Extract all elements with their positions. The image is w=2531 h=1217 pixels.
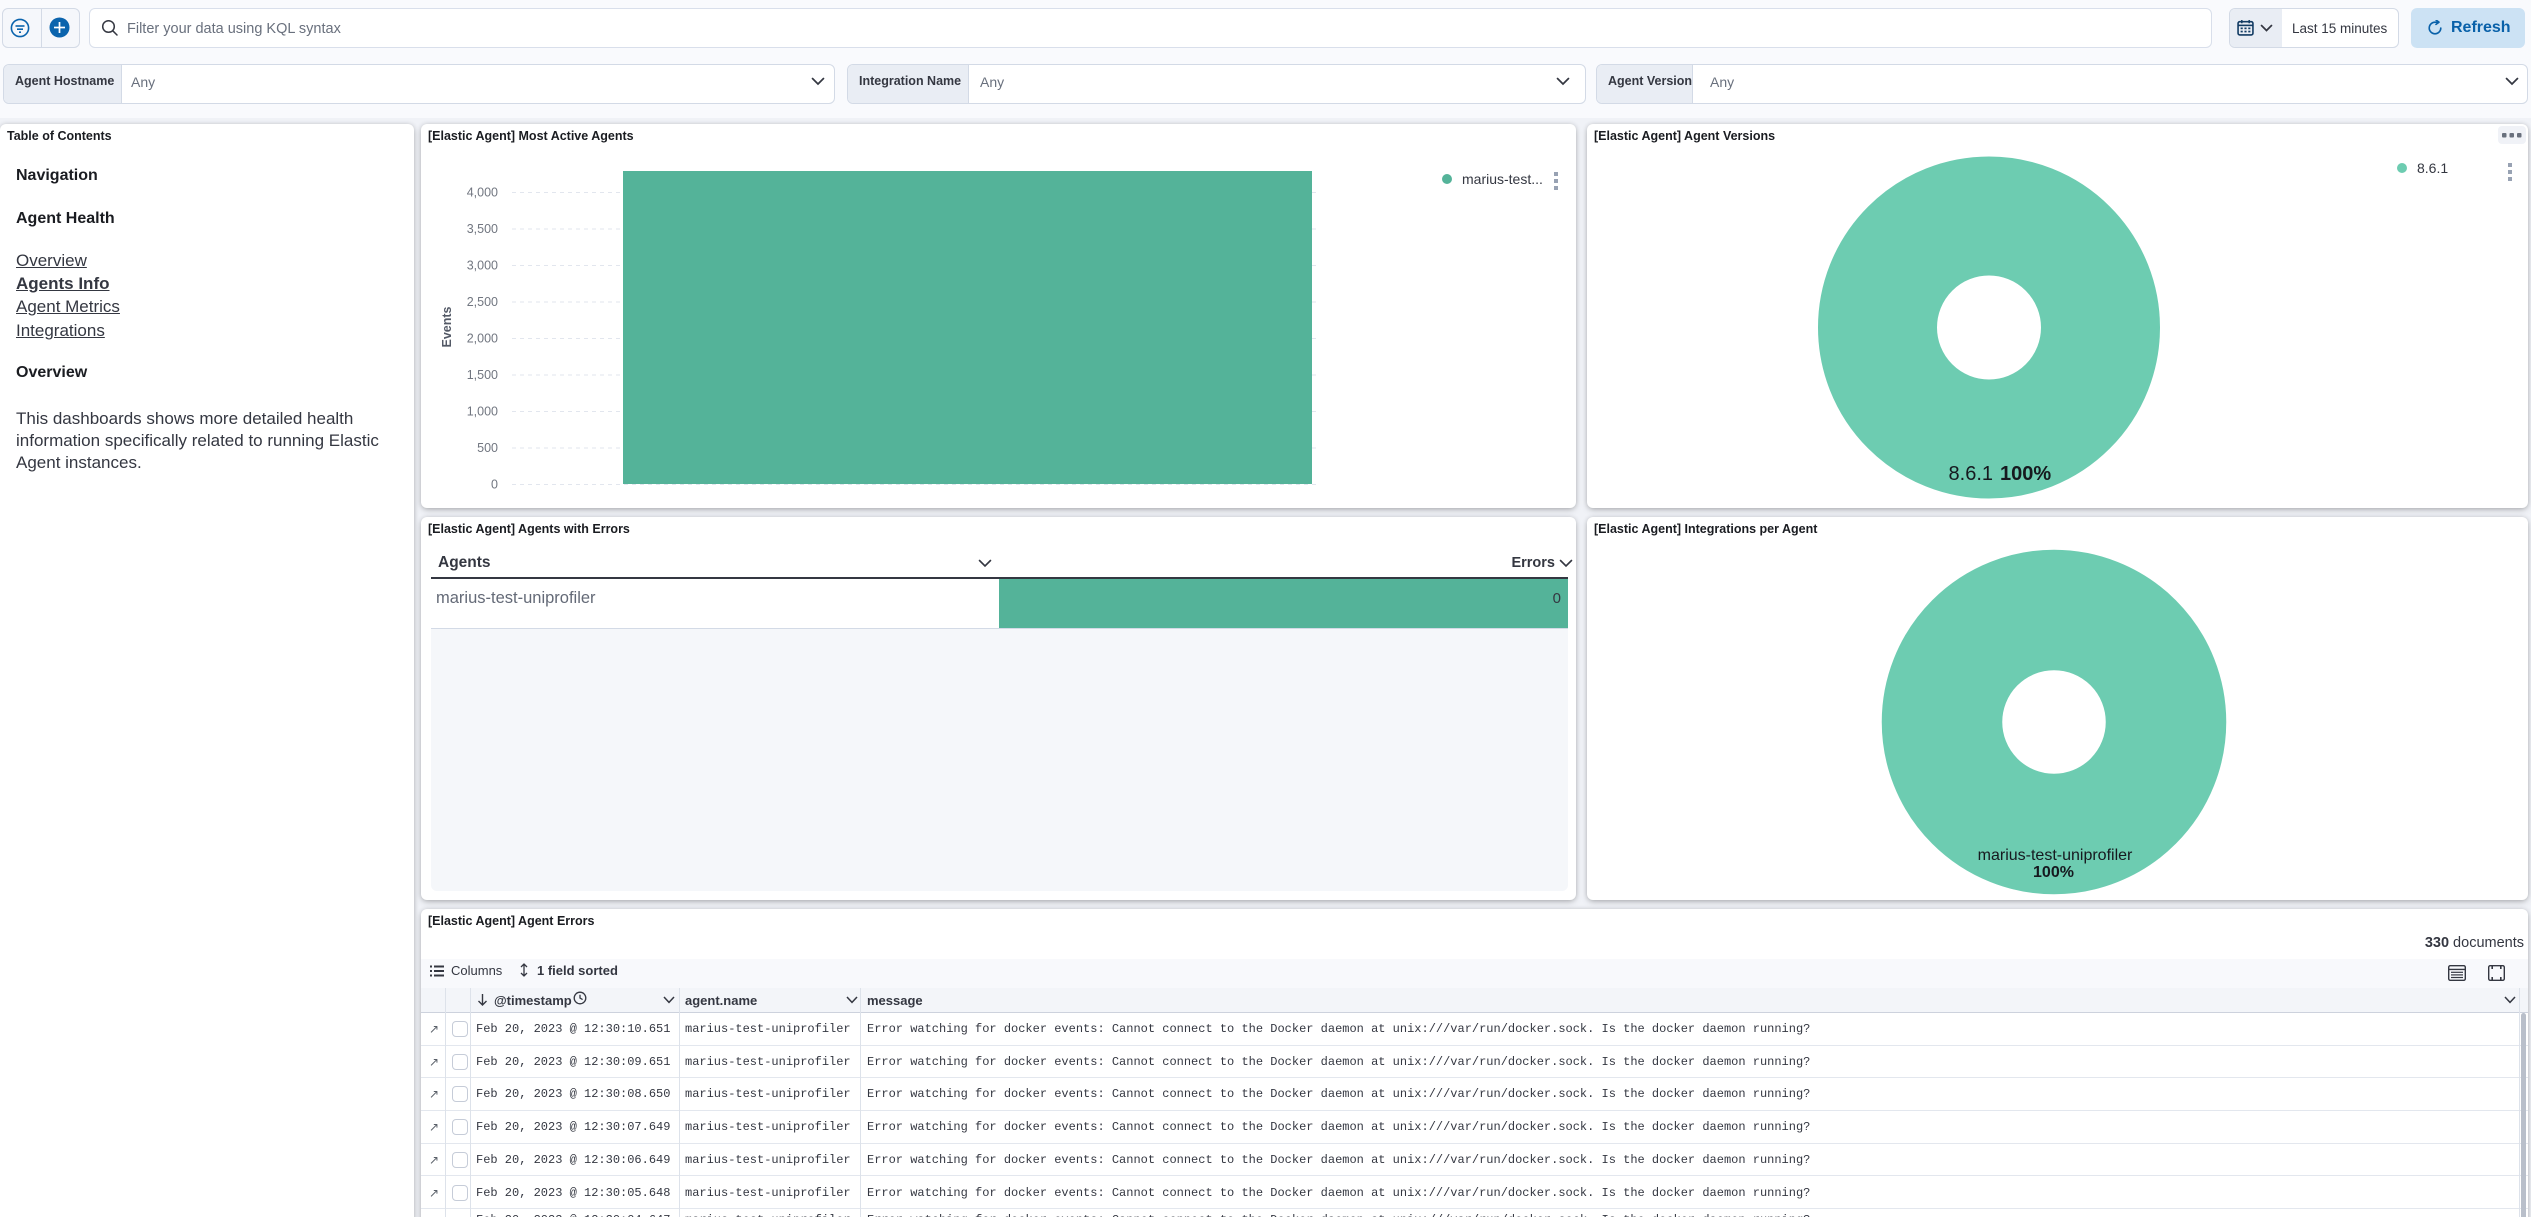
svg-text:4,000: 4,000 [467,186,498,200]
svg-text:Events: Events [440,306,454,347]
svg-text:8.6.1: 8.6.1 [2417,160,2448,176]
svg-text:2,500: 2,500 [467,295,498,309]
svg-text:1,500: 1,500 [467,368,498,382]
svg-text:1,000: 1,000 [467,405,498,419]
svg-text:3,000: 3,000 [467,259,498,273]
svg-text:100%: 100% [2000,463,2051,485]
svg-text:100%: 100% [2033,864,2074,881]
svg-text:marius-test...: marius-test... [1462,171,1543,187]
svg-text:8.6.1: 8.6.1 [1949,463,1993,485]
svg-text:3,500: 3,500 [467,222,498,236]
svg-text:marius-test-uniprofiler: marius-test-uniprofiler [1978,847,2133,864]
svg-text:500: 500 [477,441,498,455]
svg-text:0: 0 [491,478,498,492]
svg-text:2,000: 2,000 [467,332,498,346]
